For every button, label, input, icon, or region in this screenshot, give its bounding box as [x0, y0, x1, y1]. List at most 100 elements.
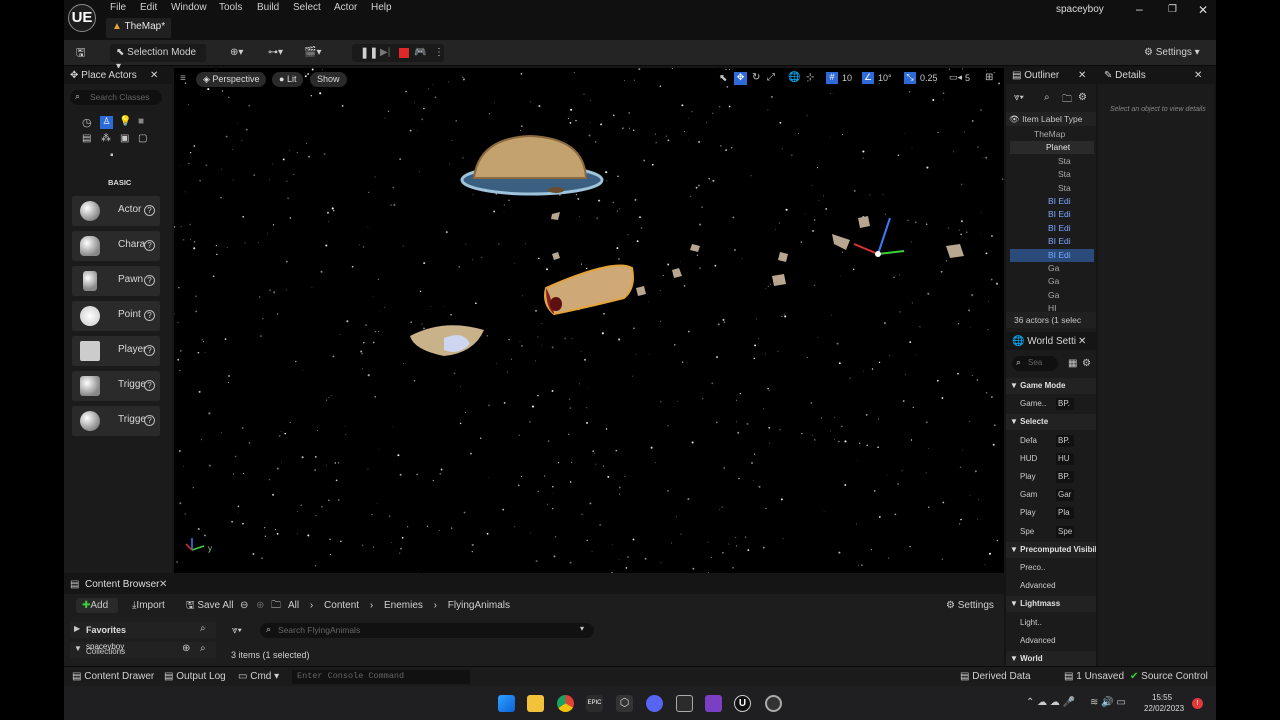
- actor-item-actor[interactable]: Actor?: [72, 196, 160, 226]
- content-browser-title[interactable]: Content Browser: [85, 579, 159, 590]
- outliner-row[interactable]: Sta: [1010, 155, 1094, 168]
- unity-hub-icon[interactable]: ⬡: [616, 695, 633, 712]
- close-panel-icon[interactable]: ✕: [1078, 68, 1086, 84]
- content-settings-button[interactable]: ⚙ Settings: [946, 599, 994, 613]
- help-icon[interactable]: ?: [144, 345, 155, 356]
- outliner-row[interactable]: BI Edi: [1010, 222, 1094, 235]
- world-settings-row[interactable]: Light..: [1006, 615, 1096, 631]
- add-button[interactable]: ✚Add: [76, 598, 118, 613]
- favorites-row[interactable]: ▶ Favorites ⌕: [70, 622, 216, 638]
- table-view-icon[interactable]: ▦: [1068, 358, 1077, 369]
- wifi-volume-battery-icons[interactable]: ≋ 🔊 ▭: [1090, 697, 1126, 708]
- maximize-icon[interactable]: ❐: [1168, 4, 1177, 15]
- help-icon[interactable]: ?: [144, 310, 155, 321]
- unsaved-button[interactable]: ▤ 1 Unsaved: [1064, 670, 1124, 684]
- filter-icon[interactable]: ⩔▾: [232, 624, 242, 638]
- search-icon[interactable]: ⌕: [200, 623, 206, 634]
- folder-icon[interactable]: 🗀: [271, 599, 281, 613]
- actor-item-character[interactable]: Chara?: [72, 231, 160, 261]
- content-drawer-button[interactable]: ▤ Content Drawer: [72, 670, 154, 684]
- recent-icon[interactable]: ◷: [82, 116, 95, 129]
- stop-icon[interactable]: [399, 48, 409, 58]
- add-collection-icon[interactable]: ⊕: [182, 643, 190, 654]
- world-settings-row[interactable]: Spe Spe: [1006, 524, 1096, 540]
- minimize-icon[interactable]: –: [1136, 2, 1143, 16]
- shapes-icon[interactable]: ■: [138, 116, 144, 127]
- actor-item-player-start[interactable]: Player?: [72, 336, 160, 366]
- selection-mode-dropdown[interactable]: ⬉ Selection Mode ▾: [110, 44, 206, 72]
- basic-category-icon[interactable]: ♙: [100, 116, 113, 129]
- world-settings-row[interactable]: Preco..: [1006, 560, 1096, 576]
- property-value[interactable]: Spe: [1056, 525, 1074, 538]
- close-panel-icon[interactable]: ✕: [159, 579, 167, 590]
- world-settings-row[interactable]: ▼ Selecte: [1006, 414, 1096, 431]
- forward-icon[interactable]: ⊕: [256, 599, 264, 613]
- outliner-row[interactable]: BI Edi: [1010, 235, 1094, 248]
- visual-studio-icon[interactable]: [705, 695, 722, 712]
- all-classes-icon[interactable]: ▢: [138, 133, 147, 144]
- close-panel-icon[interactable]: ✕: [150, 68, 158, 84]
- chevron-down-icon[interactable]: ▾: [580, 624, 584, 633]
- save-all-button[interactable]: 🖫 Save All: [186, 599, 233, 613]
- outliner-column-header[interactable]: 👁 Item Label Type: [1006, 112, 1096, 126]
- chrome-icon[interactable]: [557, 695, 574, 712]
- help-icon[interactable]: ?: [144, 275, 155, 286]
- world-settings-row[interactable]: ▼ Precomputed Visibil: [1006, 541, 1096, 558]
- world-settings-row[interactable]: ▼ Game Mode: [1006, 378, 1096, 394]
- property-value[interactable]: HU: [1056, 452, 1074, 465]
- cmd-dropdown[interactable]: ▭ Cmd ▾: [238, 670, 279, 684]
- extra-category-icon[interactable]: ▪: [110, 150, 114, 161]
- notification-badge[interactable]: !: [1192, 698, 1203, 709]
- visual-effects-icon[interactable]: ⁂: [101, 133, 111, 144]
- search-collection-icon[interactable]: ⌕: [200, 643, 206, 654]
- breadcrumb-content[interactable]: Content: [324, 600, 359, 611]
- windows-start-icon[interactable]: [498, 695, 515, 712]
- small-ship[interactable]: [410, 325, 484, 356]
- close-panel-icon[interactable]: ✕: [1194, 68, 1202, 84]
- help-icon[interactable]: ?: [144, 240, 155, 251]
- asset-search-input[interactable]: ⌕ Search FlyingAnimals ▾: [260, 623, 594, 638]
- menu-tools[interactable]: Tools: [219, 2, 242, 13]
- output-log-button[interactable]: ▤ Output Log: [164, 670, 226, 684]
- eject-gamepad-icon[interactable]: 🎮: [414, 46, 426, 60]
- obs-icon[interactable]: [765, 695, 782, 712]
- breadcrumb-all[interactable]: All: [288, 600, 299, 611]
- volumes-icon[interactable]: ▣: [120, 133, 129, 144]
- source-control-button[interactable]: ✔ Source Control: [1130, 670, 1208, 684]
- save-icon[interactable]: 🖫: [76, 46, 85, 60]
- outliner-row[interactable]: Ga: [1010, 289, 1094, 302]
- back-icon[interactable]: ⊖: [240, 599, 248, 613]
- breadcrumb-enemies[interactable]: Enemies: [384, 600, 423, 611]
- gear-icon[interactable]: ⚙: [1082, 358, 1091, 369]
- cinematics-icon[interactable]: 🎬▾: [304, 46, 321, 60]
- menu-window[interactable]: Window: [171, 2, 207, 13]
- import-button[interactable]: ⤓Import: [132, 599, 165, 613]
- flying-saucer[interactable]: [460, 134, 604, 196]
- file-explorer-icon[interactable]: [527, 695, 544, 712]
- world-settings-search[interactable]: ⌕ Sea: [1012, 356, 1058, 371]
- menu-file[interactable]: File: [110, 2, 126, 13]
- help-icon[interactable]: ?: [144, 205, 155, 216]
- outliner-row[interactable]: Sta: [1010, 182, 1094, 195]
- actor-item-point-light[interactable]: Point?: [72, 301, 160, 331]
- world-settings-row[interactable]: Gam Gar: [1006, 487, 1096, 503]
- level-viewport[interactable]: ≡ ◈ Perspective ● Lit Show ⬉ ✥ ↻ ⤢ 🌐 ⊹ #…: [174, 68, 1004, 573]
- clock-time[interactable]: 15:55: [1152, 693, 1172, 702]
- new-folder-icon[interactable]: 🗀: [1062, 92, 1072, 109]
- outliner-row[interactable]: BI Edi: [1010, 195, 1094, 208]
- more-options-icon[interactable]: ⋮: [434, 46, 444, 60]
- menu-build[interactable]: Build: [257, 2, 279, 13]
- help-icon[interactable]: ?: [144, 415, 155, 426]
- property-value[interactable]: BP.: [1056, 471, 1074, 483]
- unreal-engine-taskbar-icon[interactable]: U: [734, 695, 751, 712]
- lights-icon[interactable]: 💡: [119, 116, 131, 127]
- actor-item-trigger-box[interactable]: Trigge?: [72, 371, 160, 401]
- property-value[interactable]: Pla: [1056, 507, 1074, 520]
- menu-help[interactable]: Help: [371, 2, 392, 13]
- console-input[interactable]: Enter Console Command: [292, 670, 470, 684]
- outliner-row[interactable]: Ga: [1010, 262, 1094, 275]
- world-settings-row[interactable]: Game.. BP.: [1006, 396, 1096, 412]
- world-settings-row[interactable]: Defa BP.: [1006, 433, 1096, 449]
- outliner-row[interactable]: TheMap: [1010, 128, 1094, 141]
- property-value[interactable]: BP.: [1056, 434, 1074, 447]
